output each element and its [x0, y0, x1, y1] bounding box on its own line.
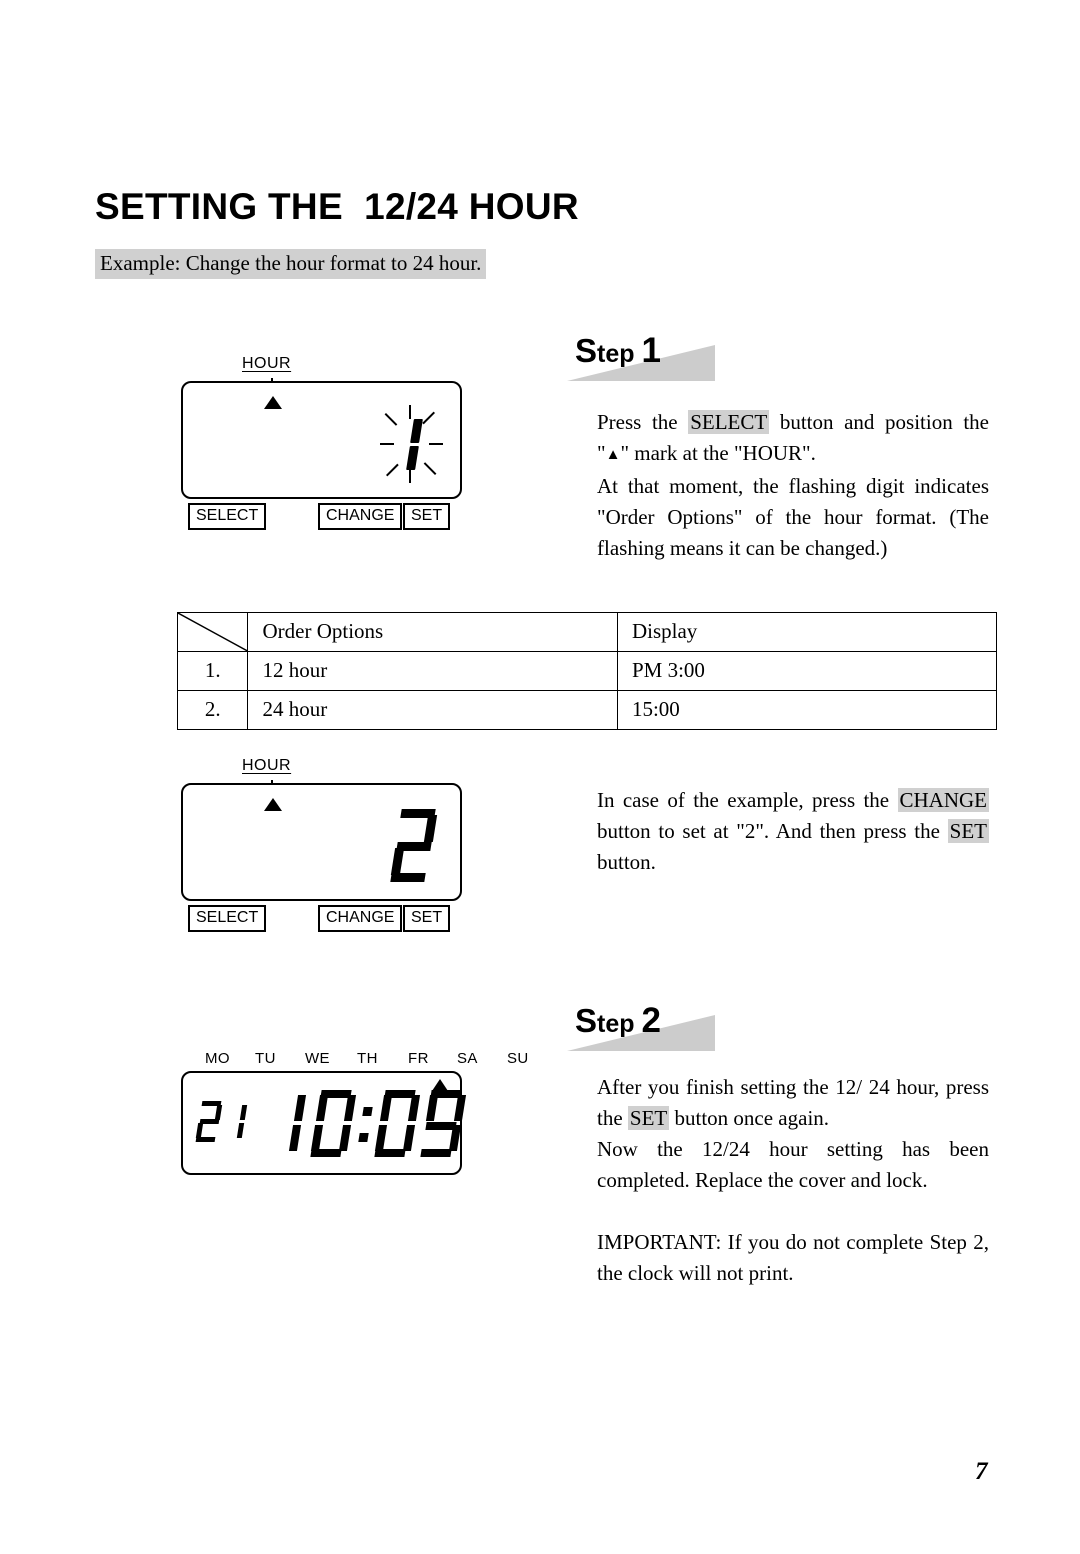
table-header-row: Order Options Display — [176, 612, 998, 652]
middle-note-text: In case of the example, press the CHANGE… — [597, 785, 989, 878]
step-label-mid: tep — [597, 1010, 635, 1038]
button-change-2[interactable]: CHANGE — [318, 905, 403, 932]
seven-segment-time-h-tens — [275, 1085, 307, 1165]
table-cell-index: 1. — [176, 651, 249, 691]
seven-segment-date-ones — [226, 1099, 250, 1145]
lcd-digit-1-group — [380, 405, 454, 483]
step-2-banner: Step 2 — [567, 1001, 715, 1051]
table-cell-display: PM 3:00 — [616, 651, 998, 691]
step-2-label: Step 2 — [575, 1003, 661, 1038]
step-2-keyword: SET — [627, 1106, 670, 1130]
step-number: 2 — [641, 1001, 661, 1040]
segment-bottom-right — [406, 446, 419, 470]
step-2-paragraph-2: Now the 12/24 hour setting has been comp… — [597, 1137, 989, 1192]
segment-bottom — [310, 1149, 342, 1157]
step-2-text: After you finish setting the 12/ 24 hour… — [597, 1072, 989, 1196]
day-label-we: WE — [305, 1050, 330, 1067]
lcd-time-group — [275, 1085, 467, 1165]
step-label-prefix: S — [575, 332, 598, 369]
table-cell-index: 2. — [176, 690, 249, 730]
table-cell-option: 12 hour — [247, 651, 618, 691]
segment-bottom — [195, 1137, 216, 1142]
segment-bottom-right — [236, 1123, 245, 1138]
day-label-sa: SA — [457, 1050, 478, 1067]
hour-pointer-triangle-1 — [264, 396, 282, 409]
hour-pointer-triangle-2 — [264, 798, 282, 811]
table-cell-option: 24 hour — [247, 690, 618, 730]
example-callout: Example: Change the hour format to 24 ho… — [95, 249, 487, 279]
segment-bottom-left — [390, 848, 405, 875]
important-paragraph: IMPORTANT: If you do not complete Step 2… — [597, 1230, 989, 1285]
page-number: 7 — [975, 1458, 988, 1485]
button-set-1[interactable]: SET — [403, 503, 451, 530]
step-1-text: Press the SELECT button and position the… — [597, 407, 989, 564]
seven-segment-digit-one — [380, 405, 440, 483]
lcd-panel-3 — [181, 1071, 467, 1175]
middle-note-keyword: CHANGE — [897, 788, 989, 812]
table-row: 1. 12 hour PM 3:00 — [176, 651, 998, 691]
segment-top-right — [453, 1095, 467, 1121]
segment-bottom-right — [338, 1125, 352, 1151]
lcd-panel-1 — [181, 381, 462, 499]
triangle-mark-icon: ▲ — [605, 447, 621, 463]
segment-top-right — [423, 815, 438, 842]
table-row: 2. 24 hour 15:00 — [176, 690, 998, 730]
hour-label-2: HOUR — [242, 757, 292, 774]
important-note: IMPORTANT: If you do not complete Step 2… — [597, 1227, 989, 1289]
table-header-display: Display — [616, 612, 998, 652]
step-1-paragraph-2: At that moment, the flashing digit indic… — [597, 474, 989, 560]
step-label-prefix: S — [575, 1002, 598, 1039]
seven-segment-date-tens — [193, 1099, 227, 1145]
step-1-banner: Step 1 — [567, 331, 715, 381]
day-label-tu: TU — [255, 1050, 276, 1067]
step-1-paragraph-1: Press the SELECT button and position the… — [597, 410, 989, 465]
button-set-2[interactable]: SET — [403, 905, 451, 932]
table-header-order-options: Order Options — [247, 612, 618, 652]
page-title: SETTING THE 12/24 HOUR — [95, 186, 579, 227]
segment-bottom-left — [374, 1125, 388, 1151]
segment-bottom-right — [288, 1125, 302, 1151]
table-corner-cell — [176, 612, 249, 652]
segment-bottom — [374, 1149, 406, 1157]
day-label-th: TH — [357, 1050, 378, 1067]
segment-top-left — [379, 1095, 393, 1121]
lcd-panel-2 — [181, 783, 462, 901]
hour-label-1: HOUR — [242, 355, 292, 372]
day-label-mo: MO — [205, 1050, 230, 1067]
segment-top-right — [410, 419, 423, 443]
colon-dot-lower — [358, 1133, 369, 1142]
segment-top-right — [214, 1105, 223, 1120]
button-select-2[interactable]: SELECT — [188, 905, 267, 932]
lcd-digit-2-group — [386, 805, 446, 887]
seven-segment-time-m-tens — [369, 1085, 421, 1165]
middle-note-paragraph: In case of the example, press the CHANGE… — [597, 788, 989, 874]
segment-bottom-left — [195, 1123, 204, 1138]
order-options-table: Order Options Display 1. 12 hour PM 3:00… — [176, 612, 998, 730]
corner-diagonal-line — [178, 613, 248, 651]
seven-segment-digit-two — [386, 805, 444, 887]
step-label-mid: tep — [597, 340, 635, 368]
step-1-label: Step 1 — [575, 333, 661, 368]
step-1-keyword: SELECT — [688, 410, 770, 434]
lcd-date-group — [193, 1099, 263, 1145]
segment-bottom — [420, 1149, 452, 1157]
button-select-1[interactable]: SELECT — [188, 503, 267, 530]
segment-top-right — [239, 1105, 248, 1120]
step-2-paragraph-1: After you finish setting the 12/ 24 hour… — [597, 1075, 989, 1130]
table-cell-display: 15:00 — [616, 690, 998, 730]
day-label-row: MO TU WE TH FR SA SU — [205, 1050, 528, 1070]
segment-top-left — [425, 1095, 439, 1121]
segment-bottom-right — [402, 1125, 416, 1151]
day-label-fr: FR — [408, 1050, 429, 1067]
button-change-1[interactable]: CHANGE — [318, 503, 403, 530]
segment-bottom — [390, 873, 426, 882]
seven-segment-time-m-ones — [415, 1085, 467, 1165]
step-number: 1 — [641, 331, 661, 370]
seven-segment-time-h-ones — [305, 1085, 357, 1165]
segment-top-left — [315, 1095, 329, 1121]
day-label-su: SU — [507, 1050, 529, 1067]
middle-note-keyword: SET — [947, 819, 989, 843]
segment-bottom-left — [310, 1125, 324, 1151]
